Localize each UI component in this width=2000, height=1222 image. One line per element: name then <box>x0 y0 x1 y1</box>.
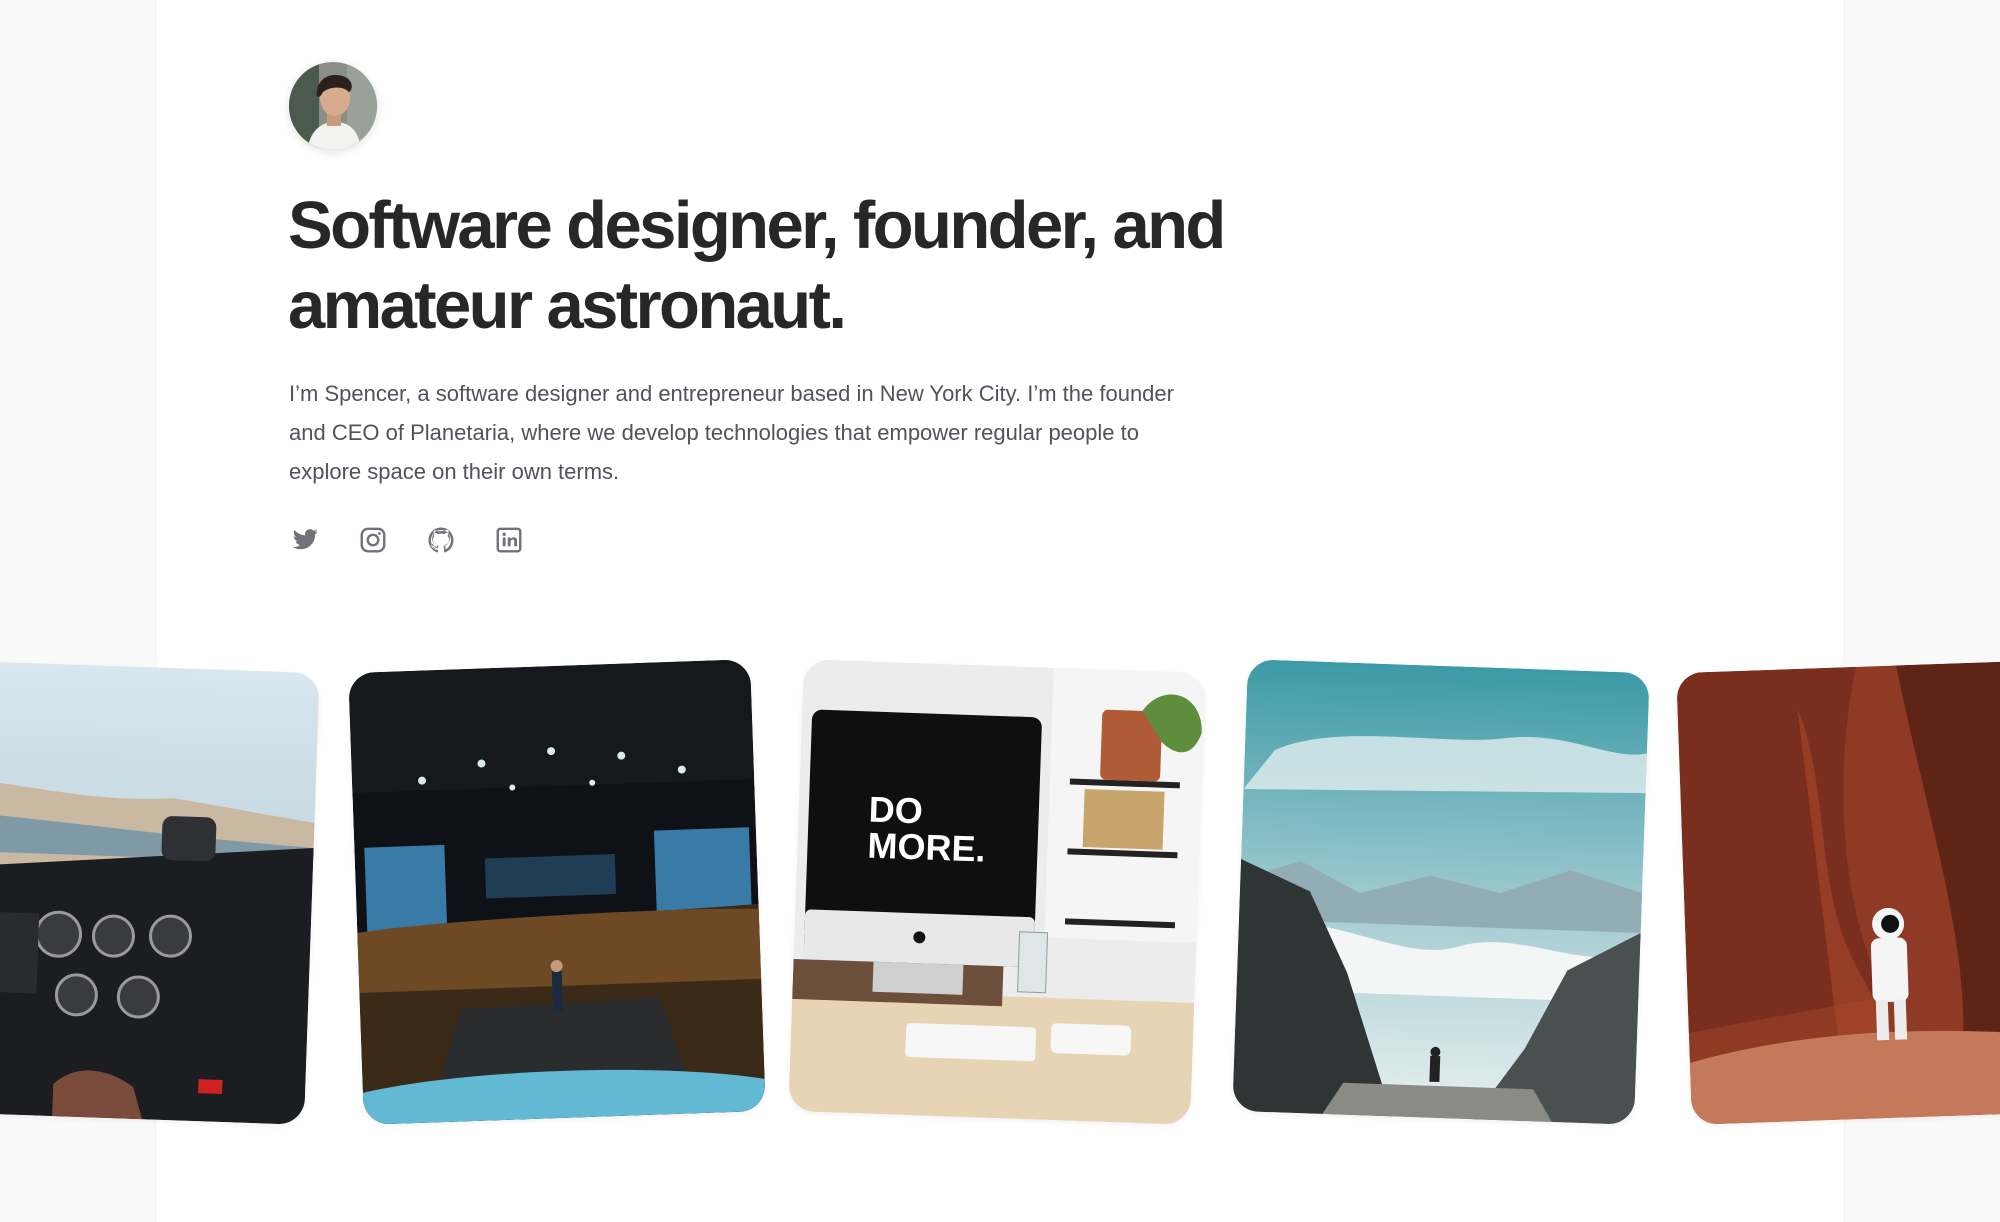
conference-stage-photo <box>348 659 766 1125</box>
twitter-link[interactable] <box>289 522 321 558</box>
social-links <box>289 522 525 558</box>
airplane-cockpit-photo <box>0 659 320 1125</box>
bio-line-3: explore space on their own terms. <box>289 459 620 484</box>
github-icon <box>428 527 454 553</box>
gallery-photo-desk: DO MORE. <box>788 659 1206 1125</box>
instagram-icon <box>360 527 386 553</box>
bio-paragraph: I’m Spencer, a software designer and ent… <box>289 374 1229 491</box>
bio-line-1: I’m Spencer, a software designer and ent… <box>289 381 1174 406</box>
linkedin-icon <box>496 527 522 553</box>
avatar[interactable] <box>289 62 377 150</box>
instagram-link[interactable] <box>357 522 389 558</box>
portrait-avatar-icon <box>289 62 377 150</box>
page-title: Software designer, founder, and amateur … <box>288 186 1268 346</box>
bio-line-2: and CEO of Planetaria, where we develop … <box>289 420 1139 445</box>
screen-text-line-2: MORE. <box>867 824 986 869</box>
astronaut-canyon-photo <box>1676 659 2000 1125</box>
linkedin-link[interactable] <box>493 522 525 558</box>
twitter-icon <box>292 529 318 550</box>
mountain-hiker-photo <box>1232 659 1650 1125</box>
gallery-photo-conference <box>348 659 766 1125</box>
headline-line-2: amateur astronaut. <box>288 268 847 343</box>
gallery-photo-astronaut <box>1676 659 2000 1125</box>
github-link[interactable] <box>425 522 457 558</box>
gallery-photo-mountains <box>1232 659 1650 1125</box>
desk-computer-photo: DO MORE. <box>788 659 1206 1125</box>
headline-line-1: Software designer, founder, and <box>288 188 1226 263</box>
gallery-photo-cockpit <box>0 659 320 1125</box>
